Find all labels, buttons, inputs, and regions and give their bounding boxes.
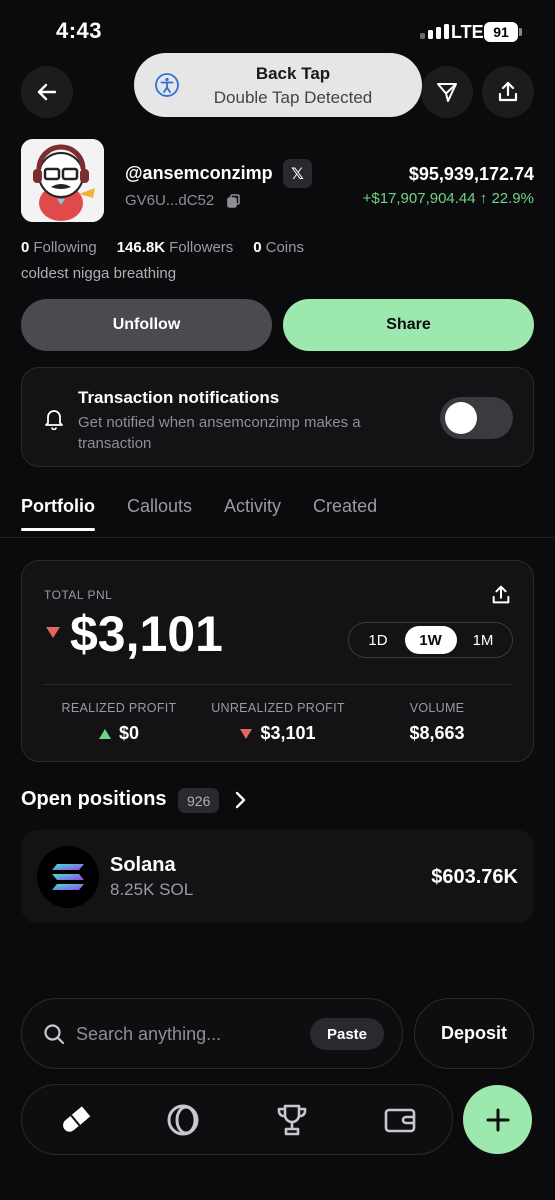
chevron-right-icon[interactable] <box>232 791 248 809</box>
pnl-divider <box>44 684 513 685</box>
battery-icon: 91 <box>484 22 518 42</box>
copy-icon[interactable] <box>227 194 240 208</box>
followers-stat[interactable]: 146.8K Followers <box>117 239 234 256</box>
profile-bio: coldest nigga breathing <box>21 265 177 282</box>
toggle-knob <box>445 402 477 434</box>
notifications-title: Transaction notifications <box>78 388 280 407</box>
network-type: LTE <box>451 22 484 42</box>
followers-label: Followers <box>169 239 234 256</box>
search-icon <box>44 1024 65 1045</box>
nav-trophy[interactable] <box>274 1102 310 1138</box>
bottom-nav <box>21 1084 453 1155</box>
trophy-icon <box>277 1104 307 1136</box>
metric-label: REALIZED PROFIT <box>61 701 177 715</box>
pill-icon <box>63 1106 91 1132</box>
toast-subtitle: Double Tap Detected <box>213 88 373 107</box>
coins-stat[interactable]: 0 Coins <box>253 239 304 256</box>
followers-count: 146.8K <box>116 239 166 256</box>
position-amount: 8.25K SOL <box>110 880 194 899</box>
signal-icon <box>420 24 449 39</box>
metric-value: $0 <box>118 723 140 743</box>
nav-ring[interactable] <box>165 1102 201 1138</box>
up-triangle-icon <box>98 728 111 739</box>
back-tap-toast: Back Tap Double Tap Detected <box>134 53 422 117</box>
username: @ansemconzimp <box>125 163 273 183</box>
bell-icon <box>45 410 63 430</box>
wallet-address[interactable]: GV6U...dC52 <box>125 192 214 209</box>
send-button[interactable] <box>421 66 473 118</box>
positions-count-badge: 926 <box>178 788 220 813</box>
range-selector: 1D 1W 1M <box>348 622 513 658</box>
paste-button[interactable]: Paste <box>310 1018 384 1050</box>
balance-change: +$17,907,904.44 ↑ 22.9% <box>362 190 534 207</box>
plus-icon <box>486 1108 509 1131</box>
down-triangle-icon <box>46 627 60 638</box>
metric-value: $3,101 <box>260 723 316 743</box>
tab-callouts[interactable]: Callouts <box>127 496 192 517</box>
search-input[interactable] <box>76 1021 306 1047</box>
coins-label: Coins <box>265 239 304 256</box>
battery-tip <box>519 28 522 36</box>
metric-value: $8,663 <box>409 723 465 743</box>
tabs-divider <box>0 537 555 538</box>
wallet-icon <box>384 1108 416 1133</box>
upload-icon[interactable] <box>490 584 512 606</box>
nav-pill[interactable] <box>57 1102 93 1138</box>
realized-profit: REALIZED PROFIT $0 <box>44 701 194 744</box>
pnl-label: TOTAL PNL <box>44 588 113 602</box>
transaction-notifications-card: Transaction notifications Get notified w… <box>21 367 534 467</box>
tab-activity[interactable]: Activity <box>224 496 281 517</box>
ring-icon <box>167 1104 199 1136</box>
range-1w[interactable]: 1W <box>404 626 457 654</box>
paper-plane-icon <box>437 83 457 102</box>
deposit-button[interactable]: Deposit <box>414 998 534 1069</box>
volume: VOLUME $8,663 <box>362 701 512 744</box>
metric-label: UNREALIZED PROFIT <box>211 701 345 715</box>
metric-label: VOLUME <box>409 701 465 715</box>
down-triangle-icon <box>240 728 253 739</box>
tab-created[interactable]: Created <box>313 496 377 517</box>
solana-logo <box>37 846 99 908</box>
toast-title: Back Tap <box>255 64 331 83</box>
add-button[interactable] <box>463 1085 532 1154</box>
position-value: $603.76K <box>431 866 518 888</box>
notifications-description: Get notified when ansemconzimp makes a t… <box>78 414 361 452</box>
following-count: 0 <box>21 239 30 256</box>
position-row[interactable]: Solana 8.25K SOL $603.76K <box>21 830 534 923</box>
share-button[interactable]: Share <box>283 299 534 351</box>
profile-stats: 0 Following 146.8K Followers 0 Coins <box>21 239 304 256</box>
following-label: Following <box>33 239 97 256</box>
following-stat[interactable]: 0 Following <box>21 239 97 256</box>
back-button[interactable] <box>21 66 73 118</box>
pnl-value: $3,101 <box>70 606 223 662</box>
open-positions-title[interactable]: Open positions <box>21 788 167 811</box>
avatar[interactable] <box>21 139 104 222</box>
status-time: 4:43 <box>56 18 103 43</box>
portfolio-balance: $95,939,172.74 <box>408 164 534 184</box>
nav-wallet[interactable] <box>382 1102 418 1138</box>
range-1m[interactable]: 1M <box>457 626 509 654</box>
pnl-card: TOTAL PNL $3,101 1D 1W 1M REALIZED PROFI… <box>21 560 534 762</box>
coins-count: 0 <box>253 239 262 256</box>
unrealized-profit: UNREALIZED PROFIT $3,101 <box>194 701 362 744</box>
tab-portfolio[interactable]: Portfolio <box>21 496 95 531</box>
unfollow-button[interactable]: Unfollow <box>21 299 272 351</box>
search-bar: Paste <box>21 998 403 1069</box>
x-social-button[interactable]: 𝕏 <box>283 159 312 188</box>
upload-icon <box>498 81 518 102</box>
range-1d[interactable]: 1D <box>352 626 404 654</box>
position-name: Solana <box>110 854 176 876</box>
notifications-toggle[interactable] <box>440 397 513 439</box>
profile-tabs: Portfolio Callouts Activity Created <box>21 496 377 531</box>
share-profile-button[interactable] <box>482 66 534 118</box>
avatar-image <box>21 139 104 222</box>
arrow-left-icon <box>37 83 57 101</box>
